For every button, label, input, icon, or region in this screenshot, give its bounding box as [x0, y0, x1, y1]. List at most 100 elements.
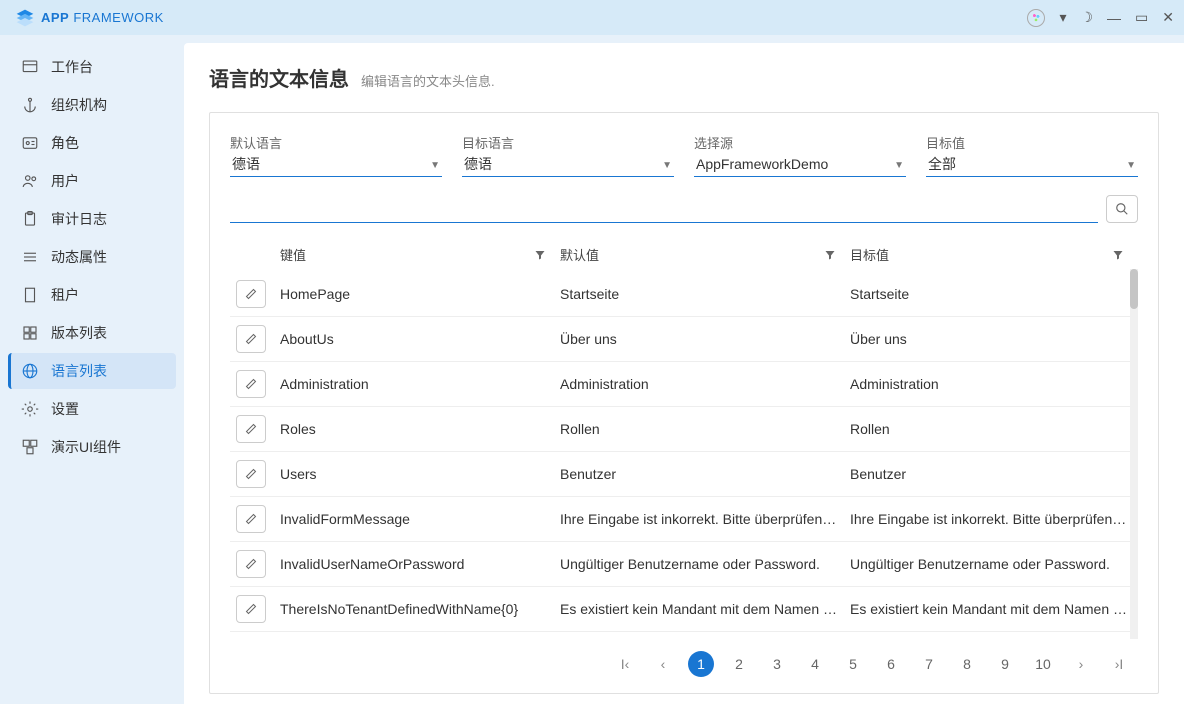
target-val-select[interactable]	[926, 154, 1138, 177]
default-lang-select[interactable]	[230, 154, 442, 177]
target-val-label: 目标值	[926, 133, 1138, 152]
sidebar-item-label: 演示UI组件	[51, 437, 121, 457]
moon-icon[interactable]: ☽	[1080, 9, 1093, 26]
cell-key: ThereIsNoTenantDefinedWithName{0}	[280, 601, 560, 617]
cell-default: Es existiert kein Mandant mit dem Namen …	[560, 601, 850, 617]
pager-page[interactable]: 4	[802, 651, 828, 677]
target-lang-label: 目标语言	[462, 133, 674, 152]
cell-key: Roles	[280, 421, 560, 437]
avatar-icon[interactable]	[1027, 9, 1045, 27]
sidebar-item-gear[interactable]: 设置	[8, 391, 176, 427]
default-lang-label: 默认语言	[230, 133, 442, 152]
close-button[interactable]: ✕	[1162, 9, 1174, 26]
maximize-button[interactable]: ▭	[1135, 9, 1148, 26]
cell-default: Rollen	[560, 421, 850, 437]
pencil-icon	[245, 333, 257, 345]
sidebar-item-building[interactable]: 租户	[8, 277, 176, 313]
pager-page[interactable]: 2	[726, 651, 752, 677]
pager-page[interactable]: 3	[764, 651, 790, 677]
edit-button[interactable]	[236, 325, 266, 353]
table-row: AboutUsÜber unsÜber uns	[230, 316, 1138, 361]
filter-icon[interactable]	[1112, 249, 1124, 261]
filter-icon[interactable]	[824, 249, 836, 261]
dropdown-caret-icon[interactable]: ▾	[1059, 9, 1066, 26]
edit-button[interactable]	[236, 550, 266, 578]
cell-default: Ungültiger Benutzername oder Password.	[560, 556, 850, 572]
sidebar-item-label: 审计日志	[51, 209, 107, 229]
sidebar-item-label: 语言列表	[51, 361, 107, 381]
page-description: 编辑语言的文本头信息.	[361, 71, 495, 90]
sidebar-item-grid[interactable]: 版本列表	[8, 315, 176, 351]
pager-page[interactable]: 7	[916, 651, 942, 677]
users-icon	[21, 172, 39, 190]
cell-target: Rollen	[850, 421, 1138, 437]
pager-page[interactable]: 6	[878, 651, 904, 677]
gear-icon	[21, 400, 39, 418]
sidebar-item-label: 设置	[51, 399, 79, 419]
table-row: TenantIsNotActiveMandant {0} ist nicht a…	[230, 631, 1138, 639]
edit-button[interactable]	[236, 505, 266, 533]
pager-first[interactable]: I‹	[612, 651, 638, 677]
edit-button[interactable]	[236, 280, 266, 308]
sidebar-item-list[interactable]: 动态属性	[8, 239, 176, 275]
search-input[interactable]	[230, 201, 1098, 223]
cell-target: Über uns	[850, 331, 1138, 347]
pencil-icon	[245, 378, 257, 390]
sidebar: 工作台组织机构角色用户审计日志动态属性租户版本列表语言列表设置演示UI组件	[0, 35, 184, 704]
vertical-scrollbar[interactable]	[1130, 269, 1138, 639]
cell-target: Administration	[850, 376, 1138, 392]
title-bar: APP FRAMEWORK ▾ ☽ — ▭ ✕	[0, 0, 1184, 35]
pager-prev[interactable]: ‹	[650, 651, 676, 677]
sidebar-item-label: 用户	[51, 171, 79, 191]
pager-page[interactable]: 9	[992, 651, 1018, 677]
minimize-button[interactable]: —	[1107, 10, 1121, 26]
source-select[interactable]	[694, 154, 906, 177]
pager-last[interactable]: ›I	[1106, 651, 1132, 677]
sidebar-item-dashboard[interactable]: 工作台	[8, 49, 176, 85]
search-button[interactable]	[1106, 195, 1138, 223]
cell-target: Es existiert kein Mandant mit dem Namen …	[850, 601, 1138, 617]
cell-key: AboutUs	[280, 331, 560, 347]
components-icon	[21, 438, 39, 456]
cell-default: Ihre Eingabe ist inkorrekt. Bitte überpr…	[560, 511, 850, 527]
cell-target: Ungültiger Benutzername oder Password.	[850, 556, 1138, 572]
edit-button[interactable]	[236, 595, 266, 623]
sidebar-item-label: 动态属性	[51, 247, 107, 267]
sidebar-item-components[interactable]: 演示UI组件	[8, 429, 176, 465]
edit-button[interactable]	[236, 460, 266, 488]
edit-button[interactable]	[236, 370, 266, 398]
sidebar-item-label: 角色	[51, 133, 79, 153]
clipboard-icon	[21, 210, 39, 228]
sidebar-item-users[interactable]: 用户	[8, 163, 176, 199]
cell-key: InvalidFormMessage	[280, 511, 560, 527]
target-lang-select[interactable]	[462, 154, 674, 177]
sidebar-item-id[interactable]: 角色	[8, 125, 176, 161]
pager-page[interactable]: 1	[688, 651, 714, 677]
table-row: AdministrationAdministrationAdministrati…	[230, 361, 1138, 406]
col-target-label: 目标值	[850, 245, 889, 264]
pager-page[interactable]: 10	[1030, 651, 1056, 677]
col-default-label: 默认值	[560, 245, 599, 264]
sidebar-item-globe[interactable]: 语言列表	[8, 353, 176, 389]
building-icon	[21, 286, 39, 304]
source-label: 选择源	[694, 133, 906, 152]
pager-page[interactable]: 8	[954, 651, 980, 677]
filter-icon[interactable]	[534, 249, 546, 261]
globe-icon	[21, 362, 39, 380]
cell-default: Startseite	[560, 286, 850, 302]
pencil-icon	[245, 468, 257, 480]
app-name-thin: FRAMEWORK	[69, 10, 164, 25]
sidebar-item-clipboard[interactable]: 审计日志	[8, 201, 176, 237]
cell-target: Benutzer	[850, 466, 1138, 482]
filter-card: 默认语言 ▼ 目标语言 ▼ 选择源 ▼ 目标值 ▼	[209, 112, 1159, 694]
table-row: UsersBenutzerBenutzer	[230, 451, 1138, 496]
sidebar-item-anchor[interactable]: 组织机构	[8, 87, 176, 123]
pencil-icon	[245, 558, 257, 570]
page-title: 语言的文本信息	[209, 63, 349, 92]
pager-next[interactable]: ›	[1068, 651, 1094, 677]
pager-page[interactable]: 5	[840, 651, 866, 677]
sidebar-item-label: 工作台	[51, 57, 93, 77]
edit-button[interactable]	[236, 415, 266, 443]
table-header: 键值 默认值 目标值	[230, 237, 1138, 272]
table-row: RolesRollenRollen	[230, 406, 1138, 451]
